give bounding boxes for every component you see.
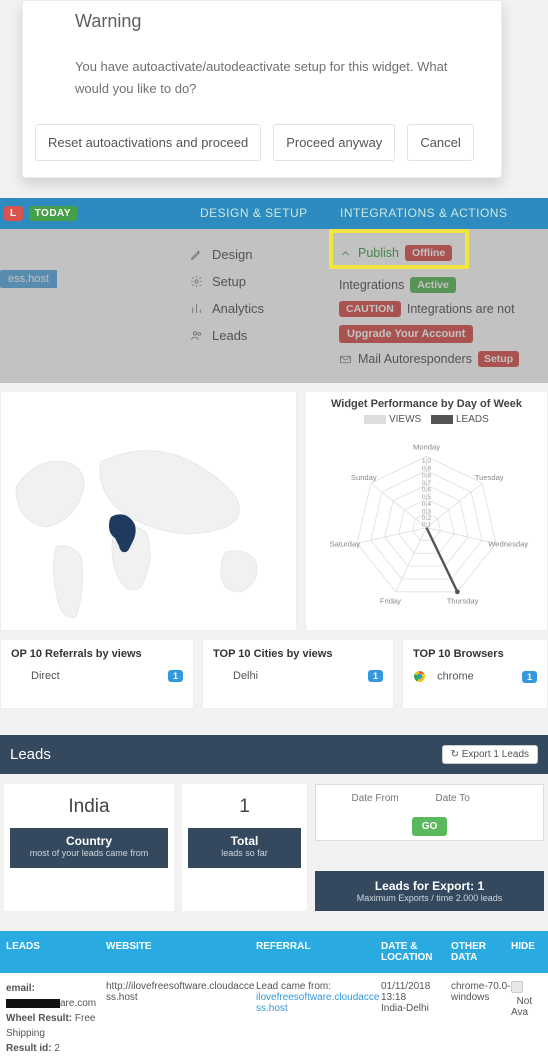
svg-text:1.0: 1.0 <box>422 458 432 465</box>
chart-title: Widget Performance by Day of Week <box>312 396 541 414</box>
svg-text:0.6: 0.6 <box>422 487 432 494</box>
referral-link[interactable]: ilovefreesoftware.cloudaccess.host <box>256 992 379 1014</box>
top-browsers-title: TOP 10 Browsers <box>413 648 537 660</box>
upgrade-row[interactable]: Upgrade Your Account <box>339 321 548 347</box>
chart-legend: VIEWS LEADS <box>312 414 541 425</box>
charts-row: Widget Performance by Day of Week VIEWS … <box>0 383 548 639</box>
publish-row[interactable]: Publish Offline <box>339 237 548 265</box>
city-item: Delhi <box>213 670 258 682</box>
bar-chart-icon <box>190 302 203 315</box>
design-menu: Design Setup Analytics Leads <box>190 229 335 383</box>
cell-hide: Not Ava <box>511 981 542 1056</box>
filter-box: GO Leads for Export: 1 Maximum Exports /… <box>315 784 544 911</box>
gear-icon <box>190 275 203 288</box>
svg-text:Monday: Monday <box>413 443 440 452</box>
referral-item: Direct <box>11 670 60 682</box>
svg-text:Tuesday: Tuesday <box>475 473 504 482</box>
top-browsers-panel: TOP 10 Browsers chrome 1 <box>402 639 548 709</box>
country-card: India Country most of your leads came fr… <box>4 784 174 911</box>
export-leads-button[interactable]: ↻ Export 1 Leads <box>442 745 538 764</box>
country-value: India <box>10 796 168 828</box>
leads-section: Leads ↻ Export 1 Leads India Country mos… <box>0 735 548 1064</box>
browser-count-badge: 1 <box>522 671 537 683</box>
top10-row: OP 10 Referrals by views Direct 1 TOP 10… <box>0 639 548 721</box>
modal-message: You have autoactivate/autodeactivate set… <box>23 32 501 124</box>
active-pill: Active <box>410 277 456 293</box>
menu-analytics[interactable]: Analytics <box>190 295 335 322</box>
city-count-badge: 1 <box>368 670 383 682</box>
left-col: ess.host <box>0 229 190 383</box>
pencil-icon <box>190 248 203 261</box>
offline-pill: Offline <box>405 245 452 261</box>
envelope-icon <box>339 353 352 366</box>
total-card: 1 Total leads so far <box>182 784 307 911</box>
chevron-up-icon <box>339 247 352 260</box>
host-tag[interactable]: ess.host <box>0 270 57 288</box>
date-from-input[interactable] <box>348 789 428 808</box>
svg-text:Saturday: Saturday <box>330 540 361 549</box>
warning-modal: Warning You have autoactivate/autodeacti… <box>22 0 502 178</box>
setup-pill: Setup <box>478 351 519 367</box>
cell-website: http://ilovefreesoftware.cloudaccess.hos… <box>106 981 256 1056</box>
svg-text:Friday: Friday <box>380 597 401 606</box>
referral-count-badge: 1 <box>168 670 183 682</box>
cell-referral: Lead came from: ilovefreesoftware.clouda… <box>256 981 381 1056</box>
integrations-panel: Publish Offline Integrations Active CAUT… <box>335 229 548 383</box>
status-pill: L <box>4 206 23 221</box>
svg-text:0.8: 0.8 <box>422 472 432 479</box>
caution-pill: CAUTION <box>339 301 401 317</box>
svg-text:Wednesday: Wednesday <box>488 540 528 549</box>
svg-text:Thursday: Thursday <box>447 597 479 606</box>
leads-table-header: LEADS WEBSITE REFERRAL DATE & LOCATION O… <box>0 931 548 973</box>
date-to-input[interactable] <box>432 789 512 808</box>
leads-body: India Country most of your leads came fr… <box>0 774 548 921</box>
top-cities-panel: TOP 10 Cities by views Delhi 1 <box>202 639 394 709</box>
leads-header: Leads ↻ Export 1 Leads <box>0 735 548 774</box>
go-button[interactable]: GO <box>412 817 448 836</box>
world-map-icon <box>1 392 296 632</box>
users-icon <box>190 329 203 342</box>
reset-autoactivations-button[interactable]: Reset autoactivations and proceed <box>35 124 261 161</box>
table-row: email: are.com Wheel Result: Free Shippi… <box>0 973 548 1064</box>
browser-item: chrome <box>437 671 474 683</box>
top-referrals-panel: OP 10 Referrals by views Direct 1 <box>0 639 194 709</box>
design-setup-header[interactable]: DESIGN & SETUP <box>200 206 340 221</box>
chrome-icon <box>413 670 426 683</box>
modal-button-row: Reset autoactivations and proceed Procee… <box>23 124 501 161</box>
radar-chart-icon: Monday Tuesday Wednesday Thursday Friday… <box>312 425 541 615</box>
redacted-bar <box>6 999 60 1008</box>
mail-row[interactable]: Mail Autoresponders Setup <box>339 347 548 371</box>
menu-design[interactable]: Design <box>190 241 335 268</box>
modal-title: Warning <box>23 9 501 32</box>
top-referrals-title: OP 10 Referrals by views <box>11 648 183 660</box>
hide-toggle[interactable] <box>511 981 523 993</box>
radar-chart-panel: Widget Performance by Day of Week VIEWS … <box>305 391 548 631</box>
today-pill: TODAY <box>29 206 77 221</box>
top-cities-title: TOP 10 Cities by views <box>213 648 383 660</box>
section-header: L TODAY DESIGN & SETUP INTEGRATIONS & AC… <box>0 198 548 229</box>
svg-text:Sunday: Sunday <box>351 473 377 482</box>
svg-text:0.1: 0.1 <box>422 522 432 529</box>
caution-row: CAUTION Integrations are not <box>339 297 548 321</box>
world-map-panel <box>0 391 297 631</box>
export-info: Leads for Export: 1 Maximum Exports / ti… <box>315 871 544 911</box>
publish-label: Publish <box>358 246 399 260</box>
integrations-row[interactable]: Integrations Active <box>339 265 548 297</box>
cell-date: 01/11/2018 13:18 India-Delhi <box>381 981 451 1056</box>
menu-leads[interactable]: Leads <box>190 322 335 349</box>
upgrade-button[interactable]: Upgrade Your Account <box>339 325 473 343</box>
svg-text:0.4: 0.4 <box>422 501 432 508</box>
menu-setup[interactable]: Setup <box>190 268 335 295</box>
leads-title: Leads <box>10 746 51 763</box>
cancel-button[interactable]: Cancel <box>407 124 473 161</box>
cell-other: chrome-70.0-windows <box>451 981 511 1056</box>
integrations-actions-header[interactable]: INTEGRATIONS & ACTIONS <box>340 206 548 221</box>
proceed-anyway-button[interactable]: Proceed anyway <box>273 124 395 161</box>
content-row: ess.host Design Setup Analytics Leads Pu… <box>0 229 548 383</box>
cell-leads: email: are.com Wheel Result: Free Shippi… <box>6 981 106 1056</box>
total-value: 1 <box>188 796 301 828</box>
